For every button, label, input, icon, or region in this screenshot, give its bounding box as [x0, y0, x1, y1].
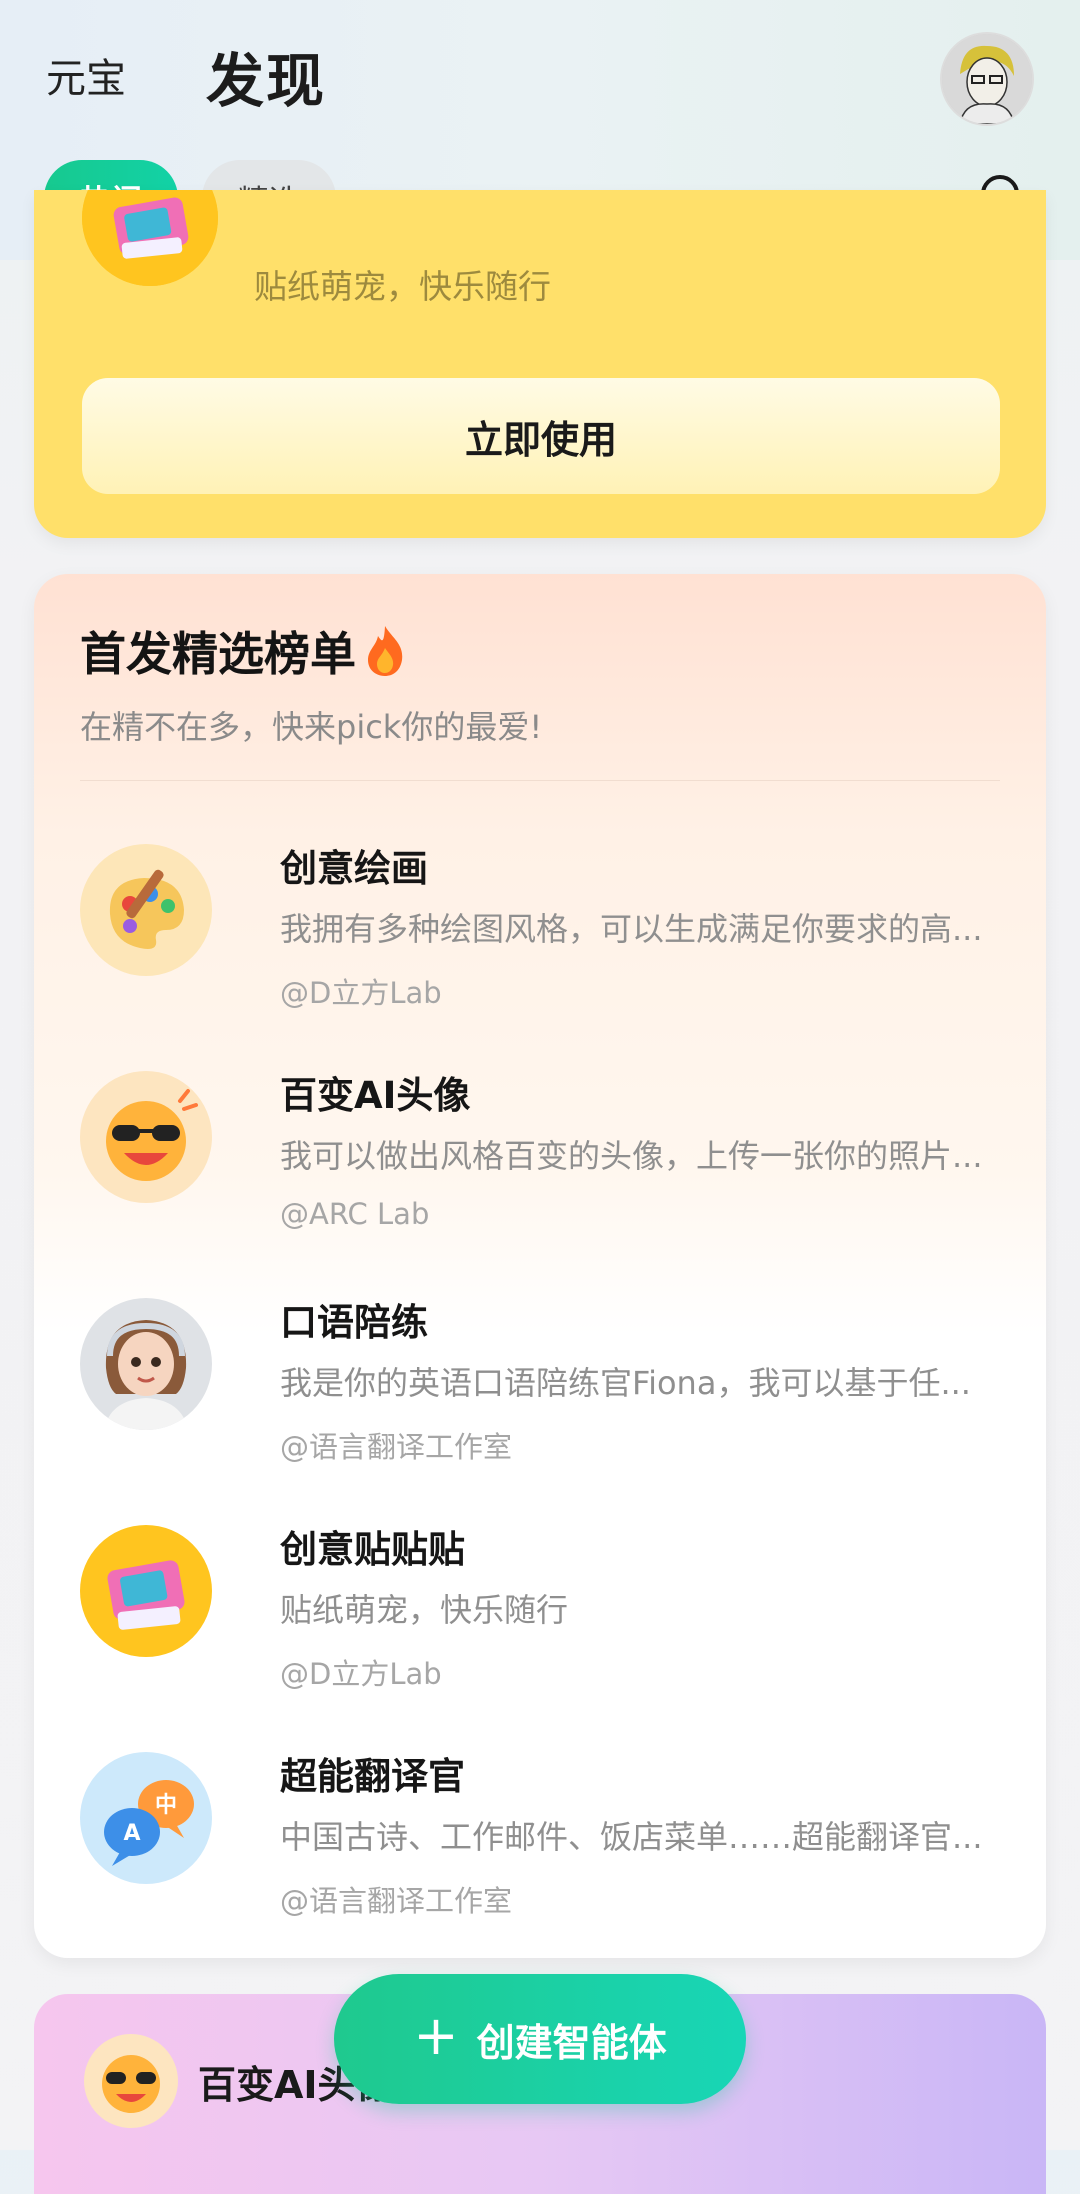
agent-description: 我可以做出风格百变的头像，上传一张你的照片... — [280, 1137, 983, 1175]
instant-camera-icon — [80, 1525, 212, 1657]
fire-icon — [368, 626, 403, 676]
svg-text:A: A — [123, 1821, 140, 1846]
instant-camera-icon — [82, 190, 218, 286]
ranking-card: 首发精选榜单 在精不在多，快来pick你的最爱! 创意绘画 我拥有多种绘图风格，… — [34, 574, 1046, 1958]
agent-description: 我是你的英语口语陪练官Fiona，我可以基于任... — [280, 1364, 971, 1402]
list-item[interactable]: 中 A 超能翻译官 中国古诗、工作邮件、饭店菜单……超能翻译官... @语言翻译… — [80, 1736, 1000, 1936]
agent-author[interactable]: @语言翻译工作室 — [280, 1878, 512, 1920]
create-agent-label: 创建智能体 — [476, 2020, 667, 2065]
ranking-title-row: 首发精选榜单 — [80, 618, 408, 684]
plus-icon: + — [413, 2004, 459, 2067]
agent-description: 我拥有多种绘图风格，可以生成满足你要求的高... — [280, 910, 983, 948]
featured-agent-subtitle: 贴纸萌宠，快乐随行 — [254, 267, 551, 306]
sunglasses-emoji-icon — [84, 2034, 178, 2128]
agent-name: 创意贴贴贴 — [280, 1528, 465, 1571]
agent-name: 百变AI头像 — [280, 1074, 471, 1117]
svg-text:中: 中 — [155, 1793, 177, 1818]
create-agent-button[interactable]: + 创建智能体 — [334, 1974, 746, 2104]
sunglasses-emoji-icon — [80, 1071, 212, 1203]
ranking-subtitle: 在精不在多，快来pick你的最爱! — [80, 708, 543, 746]
agent-description: 贴纸萌宠，快乐随行 — [280, 1591, 569, 1629]
tutor-avatar-icon — [80, 1298, 212, 1430]
divider — [80, 780, 1000, 781]
agent-name: 超能翻译官 — [280, 1755, 465, 1798]
agent-name: 口语陪练 — [280, 1301, 428, 1344]
agent-author[interactable]: @D立方Lab — [280, 1651, 442, 1693]
page-title: 发现 — [206, 47, 327, 115]
ranking-title: 首发精选榜单 — [80, 627, 356, 681]
agent-author[interactable]: @ARC Lab — [280, 1197, 429, 1231]
agent-author[interactable]: @语言翻译工作室 — [280, 1424, 512, 1466]
featured-agent-card[interactable]: 贴纸萌宠，快乐随行 立即使用 — [34, 190, 1046, 538]
list-item[interactable]: 百变AI头像 我可以做出风格百变的头像，上传一张你的照片... @ARC Lab — [80, 1055, 1000, 1255]
agent-name: 创意绘画 — [280, 847, 428, 890]
agent-description: 中国古诗、工作邮件、饭店菜单……超能翻译官... — [280, 1818, 983, 1856]
agent-author[interactable]: @D立方Lab — [280, 970, 442, 1012]
translate-bubbles-icon: 中 A — [80, 1752, 212, 1884]
app-brand[interactable]: 元宝 — [46, 46, 126, 104]
user-avatar[interactable] — [940, 32, 1034, 126]
list-item[interactable]: 口语陪练 我是你的英语口语陪练官Fiona，我可以基于任... @语言翻译工作室 — [80, 1282, 1000, 1482]
list-item[interactable]: 创意贴贴贴 贴纸萌宠，快乐随行 @D立方Lab — [80, 1509, 1000, 1709]
list-item[interactable]: 创意绘画 我拥有多种绘图风格，可以生成满足你要求的高... @D立方Lab — [80, 828, 1000, 1028]
use-now-button[interactable]: 立即使用 — [82, 378, 1000, 494]
palette-icon — [80, 844, 212, 976]
